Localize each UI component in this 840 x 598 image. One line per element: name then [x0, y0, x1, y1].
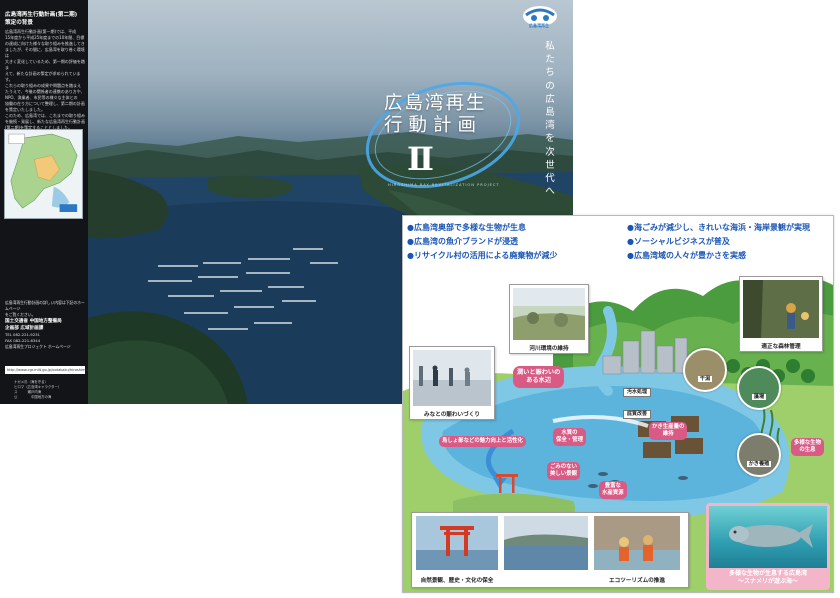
- river-photo: [513, 288, 585, 340]
- cover-title-line1: 広島湾再生: [384, 93, 487, 114]
- finless-porpoise-highlight: 多様な生物が生息する広島湾 〜スナメリが遊ぶ海〜: [706, 503, 830, 590]
- goal-item: ●ソーシャルビジネスが普及: [627, 237, 730, 246]
- forest-photo-card: 適正な森林管理: [739, 276, 823, 352]
- sewage-label: 汚水処理: [623, 388, 652, 397]
- goal-item: ●海ごみが減少し、きれいな海浜・海岸景観が実現: [627, 223, 810, 232]
- highlight-caption: 多様な生物が生息する広島湾 〜スナメリが遊ぶ海〜: [706, 570, 830, 586]
- clean-landscape-text: ごみのない 美しい景観: [550, 464, 577, 477]
- caption-harbor: みなとの賑わいづくり: [424, 412, 480, 418]
- eco-tour-photo: [594, 516, 680, 570]
- goal-item: ●広島湾域の人々が豊かさを実感: [627, 251, 746, 260]
- porpoise-icon: [729, 524, 813, 548]
- side-title-line2: 策定の背景: [5, 20, 33, 26]
- waterfront-pill: 潤いと賑わいの ある水辺: [513, 366, 565, 388]
- goal-item: ●リサイクル村の活用による廃棄物が減少: [407, 251, 558, 260]
- caption-ecotourism: エコツーリズムの推進: [609, 578, 665, 584]
- seaweed-circle: 藻場: [737, 366, 781, 410]
- oyster-production-pill: かき生産量の 維持: [649, 422, 688, 440]
- brochure-front-illustration: ●広島湾奥部で多様な生物が生息 ●広島湾の魚介ブランドが浸透 ●リサイクル村の活…: [402, 215, 834, 593]
- department-name: 企画部 広域計画課: [5, 326, 44, 331]
- oyster-production-text: かき生産量の 維持: [652, 424, 685, 437]
- goal-item: ●広島湾奥部で多様な生物が生息: [407, 223, 526, 232]
- oyster-farm-label: かき養殖: [746, 461, 772, 467]
- species-text: 多様な生物 の生息: [794, 440, 821, 453]
- river-photo-card: 河川環境の維持: [509, 284, 589, 354]
- fishery-resource-text: 豊富な 水産資源: [602, 483, 624, 496]
- bay-area-map: [4, 129, 83, 219]
- water-quality-pill: 水質の 保全・管理: [553, 428, 586, 446]
- tideflat-circle: 干潟: [683, 348, 727, 392]
- harbor-photo-card: みなとの賑わいづくり: [409, 346, 495, 420]
- goal-item: ●広島湾の魚介ブランドが浸透: [407, 237, 518, 246]
- caption-nature-culture: 自然景観、歴史・文化の保全: [420, 578, 494, 584]
- tideflat-label: 干潟: [697, 376, 713, 382]
- project-url[interactable]: http://www.cgr.mlit.go.jp/ootakaku/hiros…: [5, 366, 88, 374]
- caption-forest: 適正な森林管理: [761, 344, 801, 350]
- mascot-notes: ナガメ鳥（海を守る） ヒロマ（広島湾キャラクター） ス 瀬戸内海 公 中国地方の…: [14, 380, 84, 400]
- side-body-line: ましたが、その間に、広島湾を取り巻く環境は: [5, 47, 85, 58]
- side-panel-body: 広島湾再生行動計画(第一期)では、平成 15年度から平成25年度までの10年間、…: [5, 29, 85, 131]
- seascape-photo: [504, 516, 588, 570]
- side-title-line1: 広島湾再生行動計画(第二期): [5, 12, 78, 18]
- bottom-photo-strip: 自然景観、歴史・文化の保全 エコツーリズムの推進: [411, 512, 689, 588]
- seaweed-label: 藻場: [751, 394, 767, 400]
- cover-phase-numeral: Ⅱ: [407, 140, 434, 178]
- torii-photo: [416, 516, 498, 570]
- species-pill: 多様な生物 の生息: [791, 438, 824, 456]
- sediment-label: 底質改善: [623, 410, 652, 419]
- mascot-logo-text: 広島湾再生: [529, 23, 549, 28]
- harbor-photo: [413, 350, 491, 406]
- cover-title: 広島湾再生 行動計画: [384, 93, 487, 137]
- forest-photo: [743, 280, 819, 338]
- fishery-resource-pill: 豊富な 水産資源: [599, 481, 627, 499]
- porpoise-photo: [709, 506, 827, 568]
- waterfront-text: 潤いと賑わいの ある水辺: [517, 369, 561, 384]
- clean-landscape-pill: ごみのない 美しい景観: [547, 462, 580, 480]
- highlight-text: 多様な生物が生息する広島湾 〜スナメリが遊ぶ海〜: [728, 570, 807, 585]
- caption-river: 河川環境の維持: [529, 346, 569, 352]
- side-panel-title: 広島湾再生行動計画(第二期) 策定の背景: [5, 11, 87, 27]
- project-homepage-label: 広島湾再生プロジェクト ホームページ: [5, 344, 71, 349]
- cover-title-line2: 行動計画: [384, 115, 483, 136]
- side-body-line: えて、新たな計画の策定が求められています。: [5, 71, 81, 82]
- side-body-line: 大きく変化しているため、第一期の評価を踏ま: [5, 59, 85, 70]
- oyster-farm-circle: かき養殖: [737, 433, 781, 477]
- water-quality-text: 水質の 保全・管理: [556, 430, 583, 443]
- cover-vertical-slogan: 私たちの広島湾を次世代へ: [545, 41, 555, 198]
- side-footer: 広島湾再生行動計画の詳しい内容は下記のホームページ をご覧ください。 国土交通省…: [5, 300, 85, 350]
- island-pill: 島しょ部などの魅力向上と活性化: [439, 436, 526, 447]
- mascot-note: 公 中国地方の海: [14, 395, 52, 399]
- cover-english-subtitle: HIROSHIMA BAY REVITALIZATION PROJECT: [388, 183, 500, 187]
- organization-name: 国土交通省 中国地方整備局: [5, 319, 62, 324]
- footer-note: 広島湾再生行動計画の詳しい内容は下記のホームページ: [5, 300, 85, 311]
